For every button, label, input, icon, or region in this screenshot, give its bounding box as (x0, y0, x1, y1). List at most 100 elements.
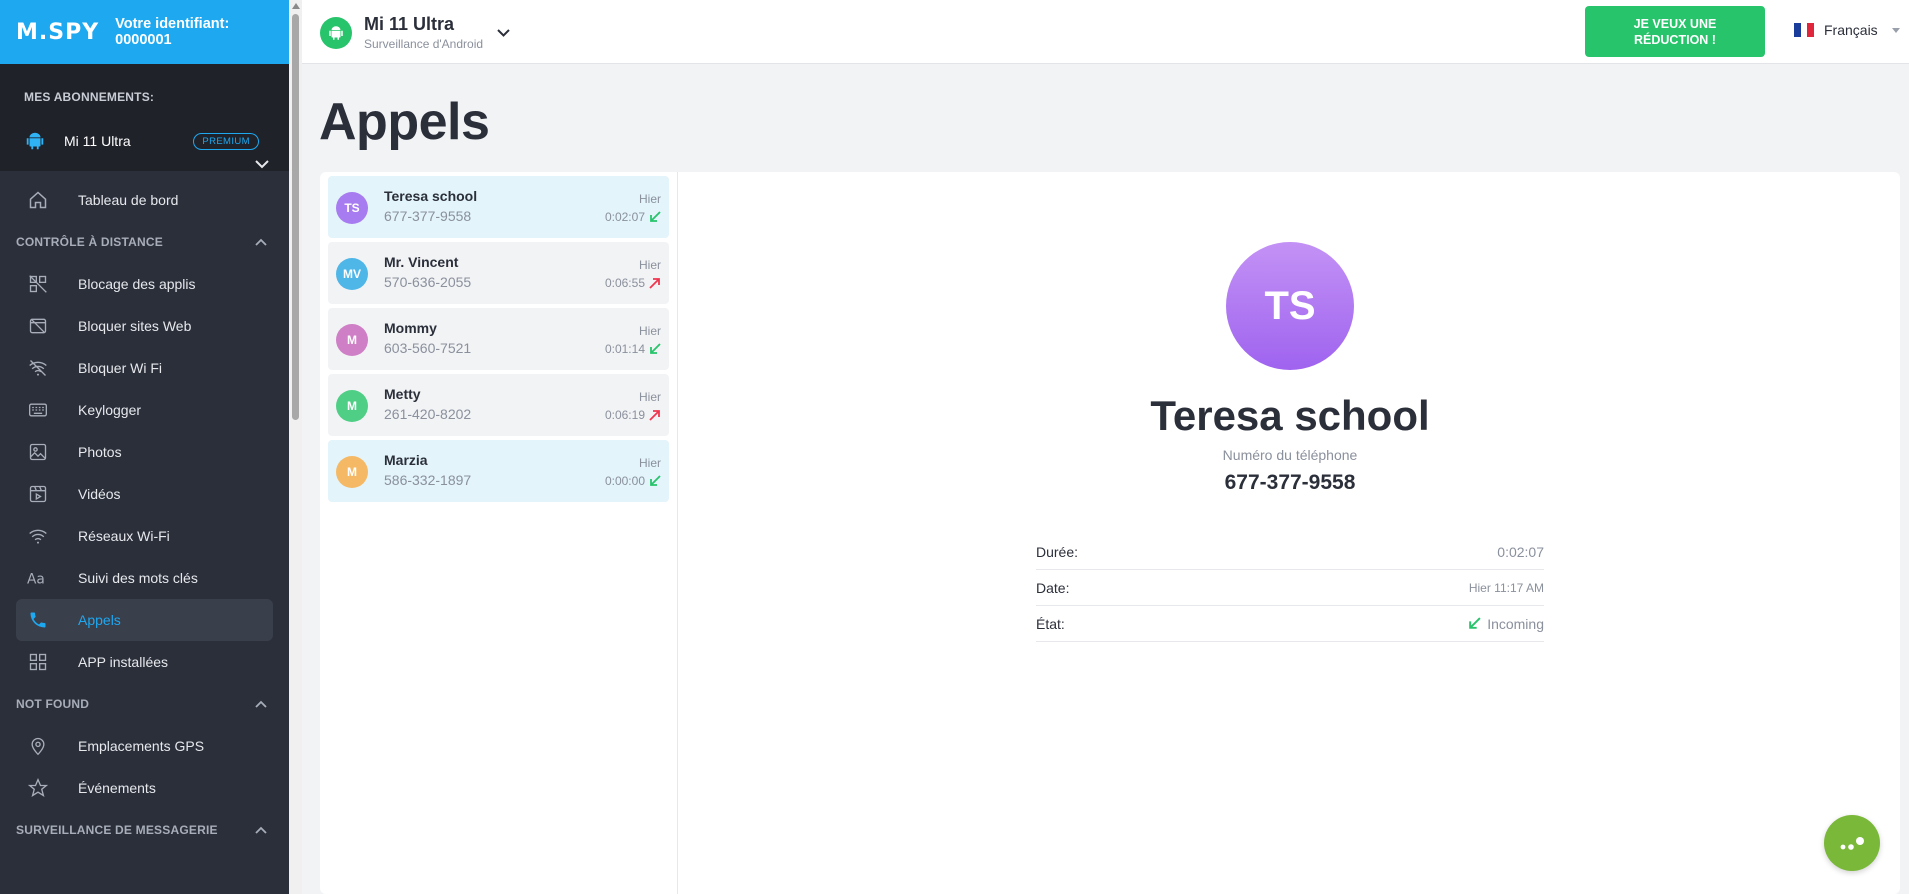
sidebar-item-web-block[interactable]: Bloquer sites Web (16, 305, 273, 347)
chevron-down-icon[interactable] (497, 28, 510, 37)
text-icon: Aa (26, 566, 50, 590)
call-avatar: M (336, 456, 368, 488)
sidebar-item-wifi-block[interactable]: Bloquer Wi Fi (16, 347, 273, 389)
discount-button[interactable]: JE VEUX UNE RÉDUCTION ! (1585, 6, 1765, 57)
call-contact-number: 677-377-9558 (384, 208, 472, 224)
app-block-icon (26, 272, 50, 296)
subscriptions-panel: MES ABONNEMENTS: Mi 11 Ultra PREMIUM (0, 64, 289, 171)
call-duration-text: 0:06:19 (604, 408, 645, 422)
calls-panel: TS Teresa school 677-377-9558 Hier 0:02:07 MV… (320, 172, 1900, 894)
wifi-icon (26, 524, 50, 548)
info-row-date: Date: Hier 11:17 AM (1036, 570, 1544, 606)
incoming-call-icon (650, 475, 661, 486)
web-block-icon (26, 314, 50, 338)
info-key: Durée: (1036, 543, 1079, 560)
scrollbar-thumb[interactable] (292, 14, 299, 420)
call-contact-name: Metty (384, 386, 421, 402)
star-icon (26, 776, 50, 800)
call-contact-name: Teresa school (384, 188, 478, 204)
call-day: Hier (638, 258, 661, 272)
outgoing-call-icon (649, 278, 660, 289)
call-contact-number: 586-332-1897 (384, 472, 472, 488)
sidebar-item-dashboard[interactable]: Tableau de bord (16, 179, 273, 221)
chevron-up-icon (255, 826, 267, 834)
sidebar-item-label: Emplacements GPS (78, 738, 205, 754)
sidebar-item-keywords[interactable]: Aa Suivi des mots clés (16, 557, 273, 599)
sidebar-item-photos[interactable]: Photos (16, 431, 273, 473)
call-contact-name: Marzia (384, 452, 428, 468)
sidebar-item-label: Bloquer sites Web (78, 318, 192, 334)
caret-down-icon (1891, 27, 1900, 33)
section-messaging[interactable]: SURVEILLANCE DE MESSAGERIE (0, 809, 289, 851)
sidebar-item-wifi-networks[interactable]: Réseaux Wi-Fi (16, 515, 273, 557)
call-avatar: TS (336, 192, 368, 224)
call-day: Hier (638, 390, 661, 404)
call-list-item[interactable]: M Metty 261-420-8202 Hier 0:06:19 (328, 374, 669, 436)
info-key: État: (1036, 615, 1065, 632)
sidebar-item-events[interactable]: Événements (16, 767, 273, 809)
contact-name: Teresa school (1150, 392, 1430, 439)
call-list-item[interactable]: MV Mr. Vincent 570-636-2055 Hier 0:06:55 (328, 242, 669, 304)
sidebar-item-label: Réseaux Wi-Fi (78, 528, 170, 544)
wifi-off-icon (26, 356, 50, 380)
contact-avatar: TS (1226, 242, 1354, 370)
call-duration: 0:02:07 (605, 210, 661, 224)
call-duration: 0:06:55 (605, 276, 661, 290)
sidebar-item-app-block[interactable]: Blocage des applis (16, 263, 273, 305)
call-contact-number: 603-560-7521 (384, 340, 472, 356)
device-selector[interactable]: Mi 11 Ultra Surveillance d'Android (320, 14, 510, 51)
info-value-status: Incoming (1468, 616, 1544, 632)
sidebar-item-label: Keylogger (78, 402, 142, 418)
call-day: Hier (638, 456, 661, 470)
chat-dots-icon (1840, 837, 1864, 850)
premium-badge: PREMIUM (193, 132, 259, 150)
call-avatar: M (336, 324, 368, 356)
section-remote-control[interactable]: CONTRÔLE À DISTANCE (0, 221, 289, 263)
contact-phone: 677-377-9558 (1224, 471, 1356, 494)
device-subtitle: Surveillance d'Android (364, 37, 484, 51)
outgoing-call-icon (649, 410, 660, 421)
apps-grid-icon (26, 650, 50, 674)
call-duration-text: 0:00:00 (604, 474, 645, 488)
chat-fab-button[interactable] (1824, 815, 1880, 871)
info-value: 0:02:07 (1497, 543, 1544, 560)
call-day: Hier (638, 192, 661, 206)
phone-label: Numéro du téléphone (1222, 447, 1358, 463)
subscription-device-name: Mi 11 Ultra (64, 133, 131, 149)
call-list-item[interactable]: M Marzia 586-332-1897 Hier 0:00:00 (328, 440, 669, 502)
sidebar-item-label: Blocage des applis (78, 276, 196, 292)
sidebar-item-label: Appels (78, 612, 121, 628)
call-contact-name: Mr. Vincent (384, 254, 459, 270)
android-icon (320, 16, 352, 49)
sidebar-item-installed-apps[interactable]: APP installées (16, 641, 273, 683)
image-icon (26, 440, 50, 464)
info-key: Date: (1036, 579, 1070, 596)
call-duration: 0:01:14 (605, 342, 661, 356)
language-selector[interactable]: Français (1794, 22, 1900, 38)
chevron-down-icon[interactable] (255, 160, 269, 169)
sidebar-item-keylogger[interactable]: Keylogger (16, 389, 273, 431)
section-not-found[interactable]: NOT FOUND (0, 683, 289, 725)
subscription-device[interactable]: Mi 11 Ultra PREMIUM (24, 130, 259, 152)
page-title: Appels (319, 93, 490, 151)
sidebar-scrollbar[interactable] (289, 0, 302, 894)
call-avatar: M (336, 390, 368, 422)
scroll-up-arrow-icon[interactable] (292, 3, 300, 9)
call-info-table: Durée: 0:02:07 Date: Hier 11:17 AM État:… (1036, 534, 1544, 642)
phone-icon (26, 608, 50, 632)
call-duration-text: 0:01:14 (604, 342, 645, 356)
call-list-item[interactable]: TS Teresa school 677-377-9558 Hier 0:02:07 (328, 176, 669, 238)
call-list: TS Teresa school 677-377-9558 Hier 0:02:07 MV… (320, 172, 678, 894)
call-avatar: MV (336, 258, 368, 290)
svg-text:Aa: Aa (27, 572, 45, 588)
call-day: Hier (638, 324, 661, 338)
top-bar: Mi 11 Ultra Surveillance d'Android JE VE… (302, 0, 1909, 64)
call-list-item[interactable]: M Mommy 603-560-7521 Hier 0:01:14 (328, 308, 669, 370)
call-contact-number: 570-636-2055 (384, 274, 472, 290)
mspy-logo[interactable]: M.SPY (16, 20, 99, 45)
call-duration: 0:06:19 (605, 408, 661, 422)
sidebar-item-calls[interactable]: Appels (16, 599, 273, 641)
sidebar-item-label: Bloquer Wi Fi (78, 360, 163, 376)
sidebar-item-gps[interactable]: Emplacements GPS (16, 725, 273, 767)
sidebar-item-videos[interactable]: Vidéos (16, 473, 273, 515)
